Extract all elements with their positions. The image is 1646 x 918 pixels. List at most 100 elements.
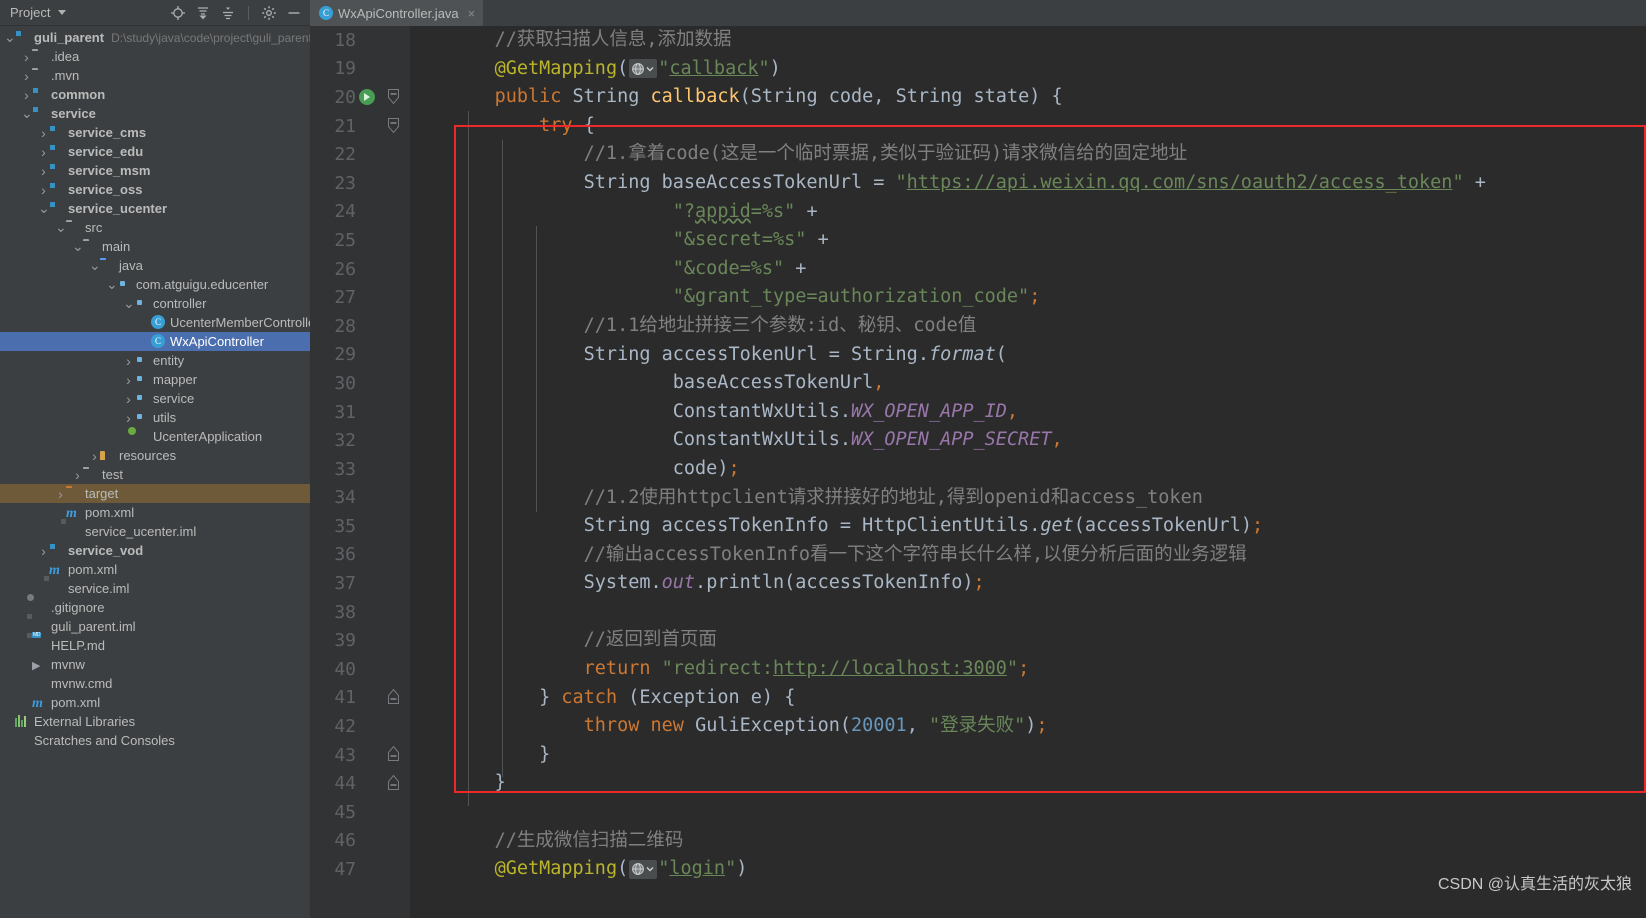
chevron-down-icon[interactable] <box>58 10 67 15</box>
tree-row-external-libraries[interactable]: External Libraries <box>0 712 310 731</box>
tree-row-common[interactable]: › common <box>0 85 310 104</box>
project-tree[interactable]: ⌄ guli_parent D:\study\java\code\project\g… <box>0 26 310 918</box>
code-line[interactable]: public String callback(String code, Stri… <box>410 83 1646 112</box>
code-line[interactable]: @GetMapping("callback") <box>410 55 1646 84</box>
chevron-right-icon[interactable]: › <box>38 164 49 178</box>
tree-row-test[interactable]: › test <box>0 465 310 484</box>
editor-tab-wxapicontroller[interactable]: C WxApiController.java × <box>310 0 484 26</box>
code-line[interactable]: String accessTokenInfo = HttpClientUtils… <box>410 512 1646 541</box>
fold-fold-collapse[interactable] <box>378 88 408 106</box>
tree-row-scratches-and-consoles[interactable]: Scratches and Consoles <box>0 731 310 750</box>
code-line[interactable] <box>410 598 1646 627</box>
chevron-right-icon[interactable]: › <box>38 183 49 197</box>
tree-row-service[interactable]: ⌄ service <box>0 104 310 123</box>
tree-row-target[interactable]: › target <box>0 484 310 503</box>
chevron-down-icon[interactable]: ⌄ <box>72 239 84 253</box>
chevron-right-icon[interactable]: › <box>123 411 134 425</box>
tree-row-mapper[interactable]: › mapper <box>0 370 310 389</box>
tree-row-service_edu[interactable]: › service_edu <box>0 142 310 161</box>
code-line[interactable]: String accessTokenUrl = String.format( <box>410 341 1646 370</box>
chevron-right-icon[interactable]: › <box>38 544 49 558</box>
tree-row-src[interactable]: ⌄ src <box>0 218 310 237</box>
code-line[interactable]: //1.2使用httpclient请求拼接好的地址,得到openid和acces… <box>410 484 1646 513</box>
tool-window-title[interactable]: Project <box>10 5 50 20</box>
chevron-right-icon[interactable]: › <box>123 392 134 406</box>
chevron-down-icon[interactable]: ⌄ <box>123 296 135 310</box>
code-line[interactable]: //1.1给地址拼接三个参数:id、秘钥、code值 <box>410 312 1646 341</box>
tree-row-pom.xml[interactable]: m pom.xml <box>0 503 310 522</box>
tree-row-guli_parent[interactable]: ⌄ guli_parent D:\study\java\code\project\g… <box>0 28 310 47</box>
tree-row-service_msm[interactable]: › service_msm <box>0 161 310 180</box>
chevron-right-icon[interactable]: › <box>21 88 32 102</box>
code-line[interactable]: System.out.println(accessTokenInfo); <box>410 569 1646 598</box>
tree-row-service_cms[interactable]: › service_cms <box>0 123 310 142</box>
code-line[interactable]: //1.拿着code(这是一个临时票据,类似于验证码)请求微信给的固定地址 <box>410 140 1646 169</box>
fold-fold-end[interactable] <box>378 746 408 764</box>
chevron-right-icon[interactable]: › <box>123 354 134 368</box>
code-line[interactable]: return "redirect:http://localhost:3000"; <box>410 655 1646 684</box>
chevron-down-icon[interactable]: ⌄ <box>38 201 50 215</box>
code-line[interactable]: } <box>410 769 1646 798</box>
code-line[interactable]: //生成微信扫描二维码 <box>410 827 1646 856</box>
fold-fold-end[interactable] <box>378 774 408 793</box>
chevron-right-icon[interactable]: › <box>21 50 32 64</box>
web-mapping-icon[interactable] <box>629 59 658 79</box>
tree-row-help.md[interactable]: MD HELP.md <box>0 632 310 655</box>
code-line[interactable]: } <box>410 741 1646 770</box>
code-line[interactable]: "?appid=%s" + <box>410 198 1646 227</box>
chevron-down-icon[interactable]: ⌄ <box>4 30 16 44</box>
tree-row-guli_parent.iml[interactable]: guli_parent.iml <box>0 617 310 636</box>
chevron-right-icon[interactable]: › <box>89 449 100 463</box>
tree-row-controller[interactable]: ⌄ controller <box>0 294 310 313</box>
expand-all-icon[interactable] <box>195 5 211 21</box>
code-editor[interactable]: 18 19 20 21 22 23 24 25 26 27 28 29 30 31 32 33 34 35 36 37… <box>310 26 1646 918</box>
close-icon[interactable]: × <box>468 7 476 20</box>
tree-row-ucentermembercontroller[interactable]: C UcenterMemberController <box>0 313 310 332</box>
chevron-right-icon[interactable]: › <box>55 487 66 501</box>
code-content[interactable]: //获取扫描人信息,添加数据 @GetMapping("callback") p… <box>410 26 1646 918</box>
tree-row-main[interactable]: ⌄ main <box>0 237 310 256</box>
locate-icon[interactable] <box>170 5 186 21</box>
tree-row-resources[interactable]: › resources <box>0 446 310 465</box>
chevron-right-icon[interactable]: › <box>123 373 134 387</box>
chevron-down-icon[interactable]: ⌄ <box>106 277 118 291</box>
minimize-icon[interactable] <box>286 5 302 21</box>
tree-row-service_ucenter[interactable]: ⌄ service_ucenter <box>0 199 310 218</box>
run-gutter-icon[interactable] <box>356 89 378 106</box>
tree-row-ucenterapplication[interactable]: UcenterApplication <box>0 427 310 446</box>
tree-row-wxapicontroller[interactable]: C WxApiController <box>0 332 310 351</box>
chevron-right-icon[interactable]: › <box>21 69 32 83</box>
chevron-down-icon[interactable]: ⌄ <box>55 220 67 234</box>
collapse-all-icon[interactable] <box>220 5 236 21</box>
tree-row-entity[interactable]: › entity <box>0 351 310 370</box>
code-line[interactable]: "&secret=%s" + <box>410 226 1646 255</box>
tree-row-service_ucenter.iml[interactable]: service_ucenter.iml <box>0 522 310 541</box>
tree-row-pom.xml[interactable]: m pom.xml <box>0 693 310 712</box>
chevron-down-icon[interactable]: ⌄ <box>21 106 33 120</box>
code-line[interactable]: //获取扫描人信息,添加数据 <box>410 26 1646 55</box>
tree-row-mvnw[interactable]: ▶ mvnw <box>0 655 310 674</box>
code-line[interactable]: "&code=%s" + <box>410 255 1646 284</box>
tree-row-service.iml[interactable]: service.iml <box>0 579 310 598</box>
editor-gutter[interactable]: 18 19 20 21 22 23 24 25 26 27 28 29 30 31 32 33 34 35 36 37… <box>310 26 410 918</box>
code-line[interactable]: throw new GuliException(20001, "登录失败"); <box>410 712 1646 741</box>
tree-row-service_oss[interactable]: › service_oss <box>0 180 310 199</box>
tree-row-utils[interactable]: › utils <box>0 408 310 427</box>
code-line[interactable]: //返回到首页面 <box>410 626 1646 655</box>
code-line[interactable]: ConstantWxUtils.WX_OPEN_APP_ID, <box>410 398 1646 427</box>
tree-row-java[interactable]: ⌄ java <box>0 256 310 275</box>
gear-icon[interactable] <box>261 5 277 21</box>
tree-row-mvnw.cmd[interactable]: mvnw.cmd <box>0 674 310 693</box>
code-line[interactable] <box>410 798 1646 827</box>
code-line[interactable]: try { <box>410 112 1646 141</box>
code-line[interactable]: String baseAccessTokenUrl = "https://api… <box>410 169 1646 198</box>
chevron-down-icon[interactable]: ⌄ <box>89 258 101 272</box>
chevron-right-icon[interactable]: › <box>72 468 83 482</box>
tree-row-.idea[interactable]: › .idea <box>0 47 310 66</box>
tree-row-com.atguigu.educenter[interactable]: ⌄ com.atguigu.educenter <box>0 275 310 294</box>
fold-fold-collapse[interactable] <box>378 117 408 135</box>
code-line[interactable]: ConstantWxUtils.WX_OPEN_APP_SECRET, <box>410 426 1646 455</box>
code-line[interactable]: } catch (Exception e) { <box>410 684 1646 713</box>
web-mapping-icon[interactable] <box>629 859 658 879</box>
tree-row-service[interactable]: › service <box>0 389 310 408</box>
